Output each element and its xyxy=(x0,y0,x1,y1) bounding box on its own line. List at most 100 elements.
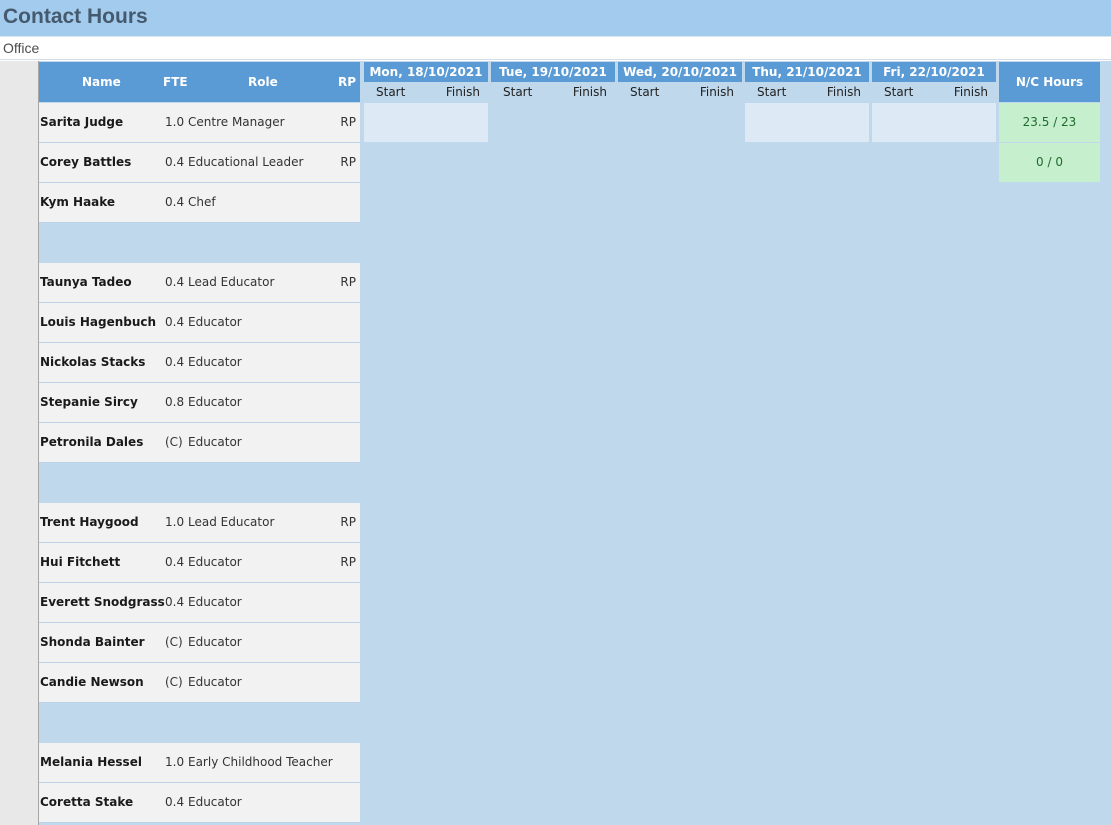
staff-fte: 0.4 xyxy=(165,315,185,329)
day-header-tue: Tue, 19/10/2021 Start Finish xyxy=(491,62,615,102)
staff-fte: (C) xyxy=(165,435,183,449)
staff-role: Educator xyxy=(188,395,242,409)
staff-row[interactable]: Everett Snodgrass 0.4 Educator xyxy=(39,583,360,623)
left-gutter xyxy=(0,61,38,825)
finish-label: Finish xyxy=(826,85,861,99)
staff-role: Educator xyxy=(188,555,242,569)
staff-name: Nickolas Stacks xyxy=(40,355,146,369)
day-header-fri: Fri, 22/10/2021 Start Finish xyxy=(872,62,996,102)
staff-name: Sarita Judge xyxy=(40,115,124,129)
staff-fte: (C) xyxy=(165,635,183,649)
staff-fte: (C) xyxy=(165,675,183,689)
day-header-wed: Wed, 20/10/2021 Start Finish xyxy=(618,62,742,102)
staff-row[interactable]: Stepanie Sircy 0.8 Educator xyxy=(39,383,360,423)
staff-name: Hui Fitchett xyxy=(40,555,121,569)
start-label: Start xyxy=(630,85,660,99)
day-title: Wed, 20/10/2021 xyxy=(618,62,742,82)
staff-name: Louis Hagenbuch xyxy=(40,315,157,329)
staff-name: Trent Haygood xyxy=(40,515,139,529)
staff-header: Name FTE Role RP xyxy=(39,62,360,102)
staff-name: Kym Haake xyxy=(40,195,116,209)
staff-row[interactable]: Shonda Bainter (C) Educator xyxy=(39,623,360,663)
staff-fte: 1.0 xyxy=(165,115,185,129)
staff-fte: 1.0 xyxy=(165,755,185,769)
staff-role: Lead Educator xyxy=(188,515,275,529)
shift-cell-thu[interactable] xyxy=(745,103,869,142)
staff-name: Coretta Stake xyxy=(40,795,134,809)
staff-fte: 0.4 xyxy=(165,275,185,289)
staff-name: Taunya Tadeo xyxy=(40,275,132,289)
staff-role: Early Childhood Teacher xyxy=(188,755,333,769)
staff-row[interactable]: Corey Battles 0.4 Educational Leader RP xyxy=(39,143,360,183)
staff-name: Petronila Dales xyxy=(40,435,144,449)
start-label: Start xyxy=(503,85,533,99)
staff-row[interactable]: Petronila Dales (C) Educator xyxy=(39,423,360,463)
staff-fte: 0.4 xyxy=(165,555,185,569)
rp-column-header[interactable]: RP xyxy=(338,75,356,89)
shift-cell-fri[interactable] xyxy=(872,103,996,142)
staff-fte: 0.8 xyxy=(165,395,185,409)
day-header-thu: Thu, 21/10/2021 Start Finish xyxy=(745,62,869,102)
nc-hours-cell: 0 / 0 xyxy=(999,143,1100,182)
staff-row[interactable]: Sarita Judge 1.0 Centre Manager RP xyxy=(39,103,360,143)
staff-row[interactable]: Nickolas Stacks 0.4 Educator xyxy=(39,343,360,383)
role-column-header[interactable]: Role xyxy=(248,75,278,89)
finish-label: Finish xyxy=(699,85,734,99)
sub-header-bar: Office xyxy=(0,36,1111,60)
staff-fte: 0.4 xyxy=(165,155,185,169)
staff-row[interactable]: Melania Hessel 1.0 Early Childhood Teach… xyxy=(39,743,360,783)
nc-hours-header: N/C Hours xyxy=(999,62,1100,102)
staff-row[interactable]: Louis Hagenbuch 0.4 Educator xyxy=(39,303,360,343)
staff-row[interactable]: Hui Fitchett 0.4 Educator RP xyxy=(39,543,360,583)
staff-role: Educator xyxy=(188,795,242,809)
staff-rp: RP xyxy=(340,275,356,289)
day-title: Tue, 19/10/2021 xyxy=(491,62,615,82)
staff-role: Educator xyxy=(188,315,242,329)
staff-role: Educator xyxy=(188,635,242,649)
finish-label: Finish xyxy=(445,85,480,99)
staff-row[interactable]: Coretta Stake 0.4 Educator xyxy=(39,783,360,823)
staff-fte: 0.4 xyxy=(165,195,185,209)
finish-label: Finish xyxy=(572,85,607,99)
staff-row[interactable]: Taunya Tadeo 0.4 Lead Educator RP xyxy=(39,263,360,303)
day-title: Thu, 21/10/2021 xyxy=(745,62,869,82)
name-column-header[interactable]: Name xyxy=(82,75,121,89)
staff-role: Educational Leader xyxy=(188,155,304,169)
staff-name: Corey Battles xyxy=(40,155,132,169)
staff-name: Stepanie Sircy xyxy=(40,395,138,409)
staff-row[interactable]: Kym Haake 0.4 Chef xyxy=(39,183,360,223)
staff-role: Centre Manager xyxy=(188,115,285,129)
day-title: Fri, 22/10/2021 xyxy=(872,62,996,82)
start-label: Start xyxy=(376,85,406,99)
staff-role: Educator xyxy=(188,595,242,609)
staff-role: Educator xyxy=(188,355,242,369)
staff-name: Everett Snodgrass xyxy=(40,595,165,609)
day-header-mon: Mon, 18/10/2021 Start Finish xyxy=(364,62,488,102)
staff-fte: 1.0 xyxy=(165,515,185,529)
page-title: Contact Hours xyxy=(3,5,148,28)
staff-name: Melania Hessel xyxy=(40,755,142,769)
staff-rp: RP xyxy=(340,555,356,569)
page-subtitle: Office xyxy=(3,40,40,56)
finish-label: Finish xyxy=(953,85,988,99)
staff-name: Candie Newson xyxy=(40,675,144,689)
start-label: Start xyxy=(757,85,787,99)
staff-row[interactable]: Trent Haygood 1.0 Lead Educator RP xyxy=(39,503,360,543)
fte-column-header[interactable]: FTE xyxy=(163,75,188,89)
staff-role: Chef xyxy=(188,195,216,209)
staff-role: Educator xyxy=(188,675,242,689)
staff-rp: RP xyxy=(340,155,356,169)
staff-fte: 0.4 xyxy=(165,595,185,609)
nc-hours-cell: 23.5 / 23 xyxy=(999,103,1100,142)
staff-rp: RP xyxy=(340,515,356,529)
staff-fte: 0.4 xyxy=(165,795,185,809)
staff-fte: 0.4 xyxy=(165,355,185,369)
staff-role: Educator xyxy=(188,435,242,449)
shift-cell-mon[interactable] xyxy=(364,103,488,142)
staff-row[interactable]: Candie Newson (C) Educator xyxy=(39,663,360,703)
staff-rp: RP xyxy=(340,115,356,129)
day-title: Mon, 18/10/2021 xyxy=(364,62,488,82)
staff-role: Lead Educator xyxy=(188,275,275,289)
staff-name: Shonda Bainter xyxy=(40,635,145,649)
title-bar: Contact Hours xyxy=(0,0,1111,36)
